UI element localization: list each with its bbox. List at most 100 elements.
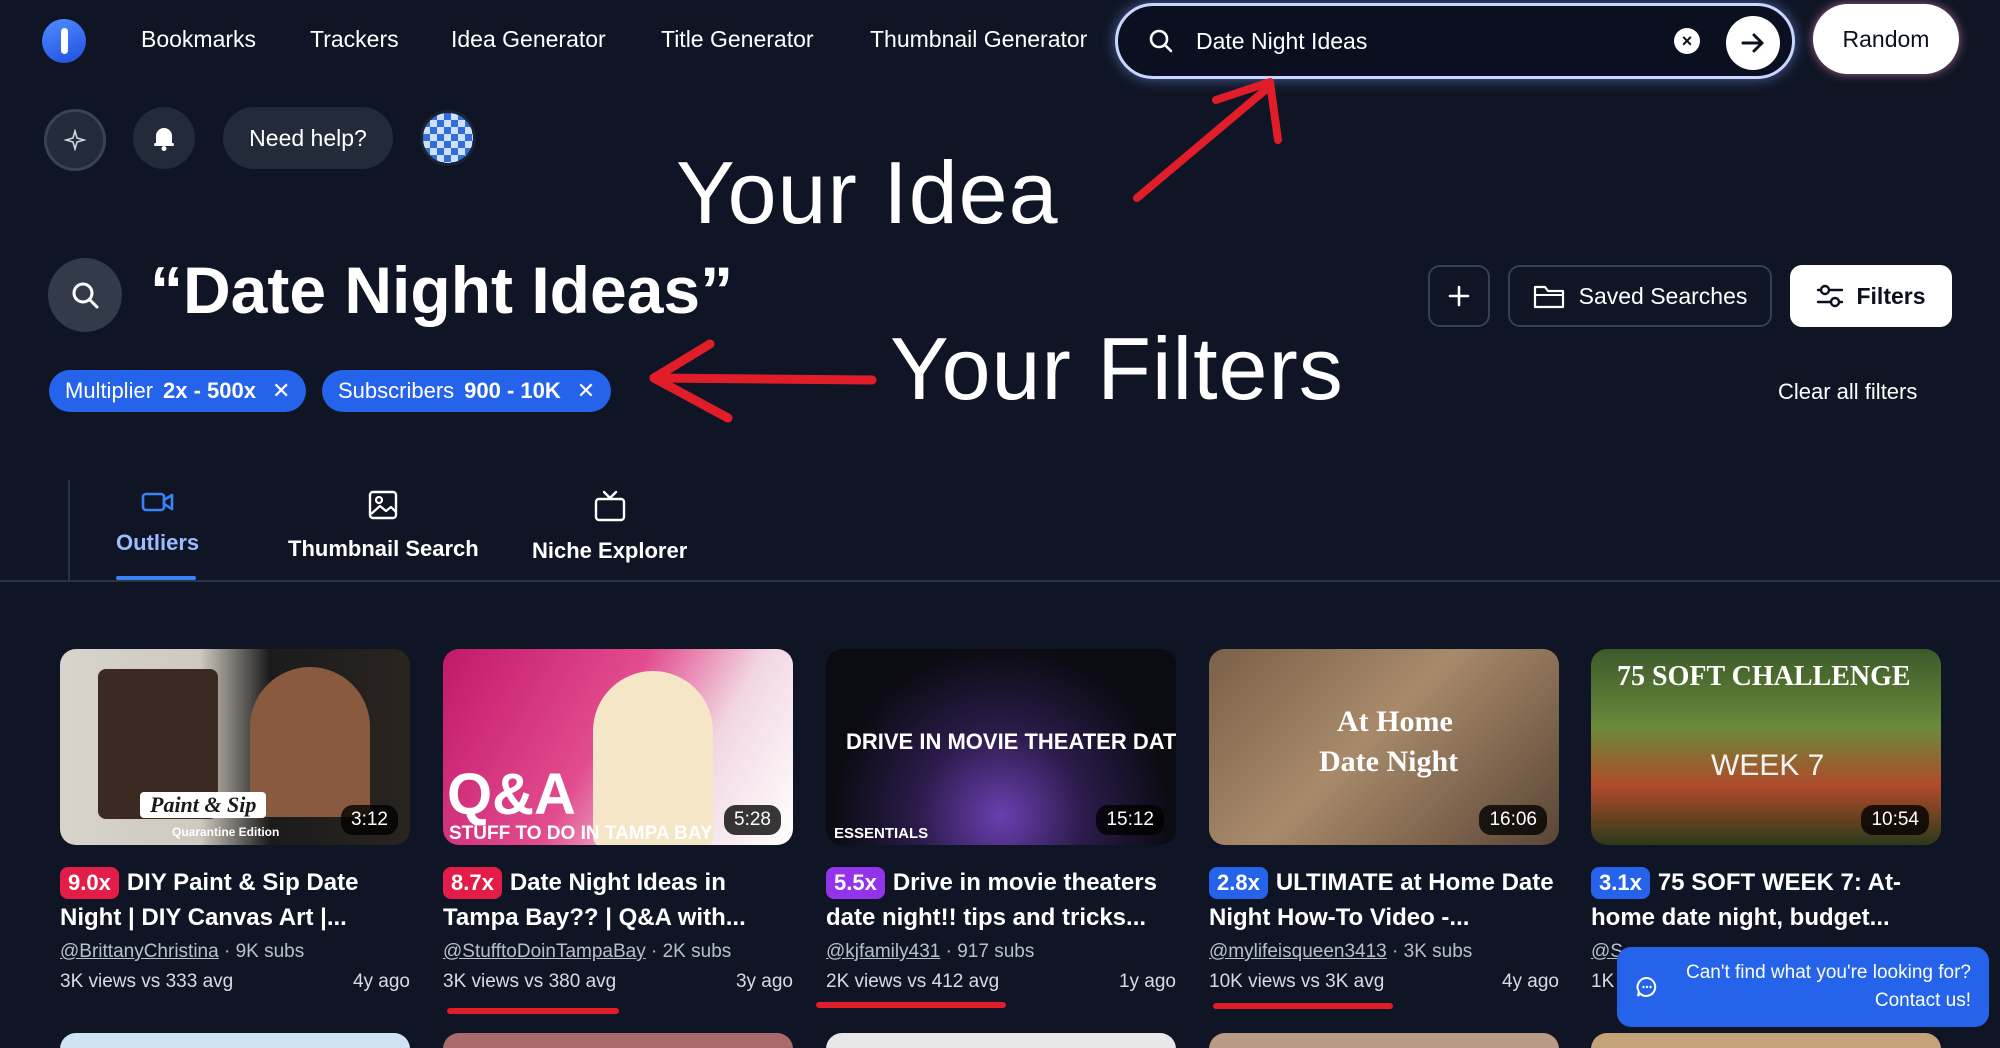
tab-niche-explorer[interactable]: Niche Explorer bbox=[532, 490, 687, 564]
nav-idea-generator[interactable]: Idea Generator bbox=[451, 26, 606, 53]
folder-icon bbox=[1533, 285, 1564, 309]
channel-link[interactable]: @BrittanyChristina bbox=[60, 941, 219, 962]
channel-row: @mylifeisqueen3413 · 3K subs bbox=[1209, 941, 1559, 963]
avatar[interactable] bbox=[420, 110, 476, 166]
annotation-underline bbox=[447, 1008, 619, 1014]
thumbnail-subtitle: Date Night bbox=[1319, 745, 1459, 778]
clear-all-filters-link[interactable]: Clear all filters bbox=[1778, 379, 1917, 405]
thumbnail-title: At Home bbox=[1337, 705, 1453, 738]
thumbnail-title: 75 SOFT CHALLENGE bbox=[1617, 661, 1911, 692]
sparkle-icon bbox=[64, 129, 86, 151]
video-title[interactable]: 3.1x 75 SOFT WEEK 7: At-home date night, … bbox=[1591, 865, 1941, 935]
add-search-button[interactable] bbox=[1428, 265, 1490, 327]
search-icon bbox=[1149, 29, 1173, 53]
query-search-icon-badge bbox=[48, 258, 122, 332]
video-duration: 5:28 bbox=[724, 805, 781, 835]
annotation-underline bbox=[816, 1002, 1006, 1008]
subscriber-count: 3K subs bbox=[1403, 941, 1473, 962]
annotation-your-filters: Your Filters bbox=[890, 319, 1344, 418]
video-thumbnail[interactable]: Q&A STUFF TO DO IN TAMPA BAY 5:28 bbox=[443, 649, 793, 845]
video-duration: 10:54 bbox=[1861, 805, 1929, 835]
video-thumbnail[interactable]: At Home Date Night 16:06 bbox=[1209, 649, 1559, 845]
views-vs-avg: 10K views vs 3K avg bbox=[1209, 971, 1385, 992]
annotation-arrow-left-icon bbox=[649, 339, 877, 423]
tv-icon bbox=[594, 490, 625, 522]
video-card[interactable]: At Home Date Night 16:06 2.8x ULTIMATE at… bbox=[1209, 649, 1559, 1009]
thumbnail-subtitle: Quarantine Edition bbox=[172, 825, 280, 839]
tabs-divider bbox=[68, 480, 70, 582]
contact-us-bubble[interactable]: Can't find what you're looking for? Cont… bbox=[1617, 947, 1989, 1027]
views-vs-avg: 2K views vs 412 avg bbox=[826, 971, 1000, 992]
app-logo[interactable] bbox=[42, 19, 86, 63]
video-thumbnail[interactable]: Paint & Sip Quarantine Edition 3:12 bbox=[60, 649, 410, 845]
video-thumbnail[interactable]: 75 SOFT CHALLENGE WEEK 7 10:54 bbox=[1591, 649, 1941, 845]
thumbnail-title: DRIVE IN MOVIE THEATER DATE NIGHT! bbox=[846, 729, 1176, 754]
search-input[interactable] bbox=[1196, 23, 1656, 59]
video-age: 3y ago bbox=[735, 971, 793, 992]
multiplier-badge: 9.0x bbox=[60, 867, 119, 899]
video-card[interactable]: Q&A STUFF TO DO IN TAMPA BAY 5:28 8.7x Da… bbox=[443, 649, 793, 1014]
dot-separator: · bbox=[945, 941, 958, 962]
need-help-button[interactable]: Need help? bbox=[223, 107, 393, 169]
submit-search-button[interactable] bbox=[1726, 16, 1780, 70]
video-duration: 15:12 bbox=[1096, 805, 1164, 835]
dot-separator: · bbox=[223, 941, 236, 962]
video-duration: 3:12 bbox=[341, 805, 398, 835]
page-title: “Date Night Ideas” bbox=[150, 253, 734, 327]
tab-outliers[interactable]: Outliers bbox=[116, 490, 199, 556]
tab-label: Thumbnail Search bbox=[288, 536, 479, 561]
video-thumbnail[interactable]: DRIVE IN MOVIE THEATER DATE NIGHT! ESSEN… bbox=[826, 649, 1176, 845]
video-title[interactable]: 8.7x Date Night Ideas in Tampa Bay?? | Q&… bbox=[443, 865, 793, 935]
thumbnail-title: Paint & Sip bbox=[140, 792, 267, 818]
video-age: 1y ago bbox=[1118, 971, 1176, 992]
channel-row: @kjfamily431 · 917 subs bbox=[826, 941, 1176, 963]
video-card[interactable]: 75 SOFT CHALLENGE WEEK 7 10:54 3.1x 75 SO… bbox=[1591, 649, 1941, 993]
chip-label: Multiplier bbox=[65, 378, 154, 403]
close-icon[interactable]: ✕ bbox=[577, 378, 595, 404]
thumbnail-figure bbox=[593, 671, 713, 845]
video-card[interactable]: Paint & Sip Quarantine Edition 3:12 9.0x… bbox=[60, 649, 410, 993]
notifications-button[interactable] bbox=[133, 107, 195, 169]
annotation-underline bbox=[1213, 1003, 1393, 1009]
video-thumbnail[interactable] bbox=[1209, 1033, 1559, 1048]
channel-link[interactable]: @kjfamily431 bbox=[826, 941, 940, 962]
filter-chip-subscribers[interactable]: Subscribers 900 - 10K ✕ bbox=[322, 370, 612, 412]
nav-thumbnail-generator[interactable]: Thumbnail Generator bbox=[870, 26, 1087, 53]
video-title[interactable]: 2.8x ULTIMATE at Home Date Night How-To V… bbox=[1209, 865, 1559, 935]
contact-text: Can't find what you're looking for? Cont… bbox=[1675, 959, 1971, 1015]
chip-value: 2x - 500x bbox=[163, 378, 256, 403]
video-title[interactable]: 5.5x Drive in movie theaters date night!!… bbox=[826, 865, 1176, 935]
stats-row: 2K views vs 412 avg 1y ago bbox=[826, 971, 1176, 993]
close-icon[interactable]: ✕ bbox=[272, 378, 290, 404]
multiplier-badge: 3.1x bbox=[1591, 867, 1650, 899]
channel-row: @BrittanyChristina · 9K subs bbox=[60, 941, 410, 963]
channel-link[interactable]: @mylifeisqueen3413 bbox=[1209, 941, 1387, 962]
nav-trackers[interactable]: Trackers bbox=[310, 26, 399, 53]
nav-bookmarks[interactable]: Bookmarks bbox=[141, 26, 256, 53]
stats-row: 3K views vs 380 avg 3y ago bbox=[443, 971, 793, 993]
sparkle-button[interactable] bbox=[44, 109, 106, 171]
plus-icon bbox=[1448, 285, 1470, 307]
video-thumbnail[interactable] bbox=[826, 1033, 1176, 1048]
filter-chip-multiplier[interactable]: Multiplier 2x - 500x ✕ bbox=[49, 370, 307, 412]
video-age: 4y ago bbox=[1501, 971, 1559, 992]
annotation-arrow-up-icon bbox=[1133, 78, 1282, 202]
multiplier-badge: 5.5x bbox=[826, 867, 885, 899]
video-thumbnail[interactable] bbox=[443, 1033, 793, 1048]
thumbnail-subtitle: ESSENTIALS bbox=[834, 825, 929, 842]
search-bar[interactable]: × bbox=[1115, 3, 1795, 79]
video-thumbnail[interactable] bbox=[60, 1033, 410, 1048]
video-title[interactable]: 9.0x DIY Paint & Sip Date Night | DIY Can… bbox=[60, 865, 410, 935]
filters-button[interactable]: Filters bbox=[1790, 265, 1952, 327]
clear-search-icon[interactable]: × bbox=[1674, 28, 1700, 54]
nav-title-generator[interactable]: Title Generator bbox=[661, 26, 814, 53]
contact-line-1: Can't find what you're looking for? bbox=[1685, 962, 1971, 983]
video-thumbnail[interactable] bbox=[1591, 1033, 1941, 1048]
saved-searches-button[interactable]: Saved Searches bbox=[1508, 265, 1772, 327]
channel-link[interactable]: @StufftoDoinTampaBay bbox=[443, 941, 646, 962]
channel-row: @StufftoDoinTampaBay · 2K subs bbox=[443, 941, 793, 963]
sliders-icon bbox=[1817, 284, 1844, 308]
video-card[interactable]: DRIVE IN MOVIE THEATER DATE NIGHT! ESSEN… bbox=[816, 649, 1176, 1008]
tab-thumbnail-search[interactable]: Thumbnail Search bbox=[288, 490, 479, 562]
random-button[interactable]: Random bbox=[1813, 4, 1959, 74]
